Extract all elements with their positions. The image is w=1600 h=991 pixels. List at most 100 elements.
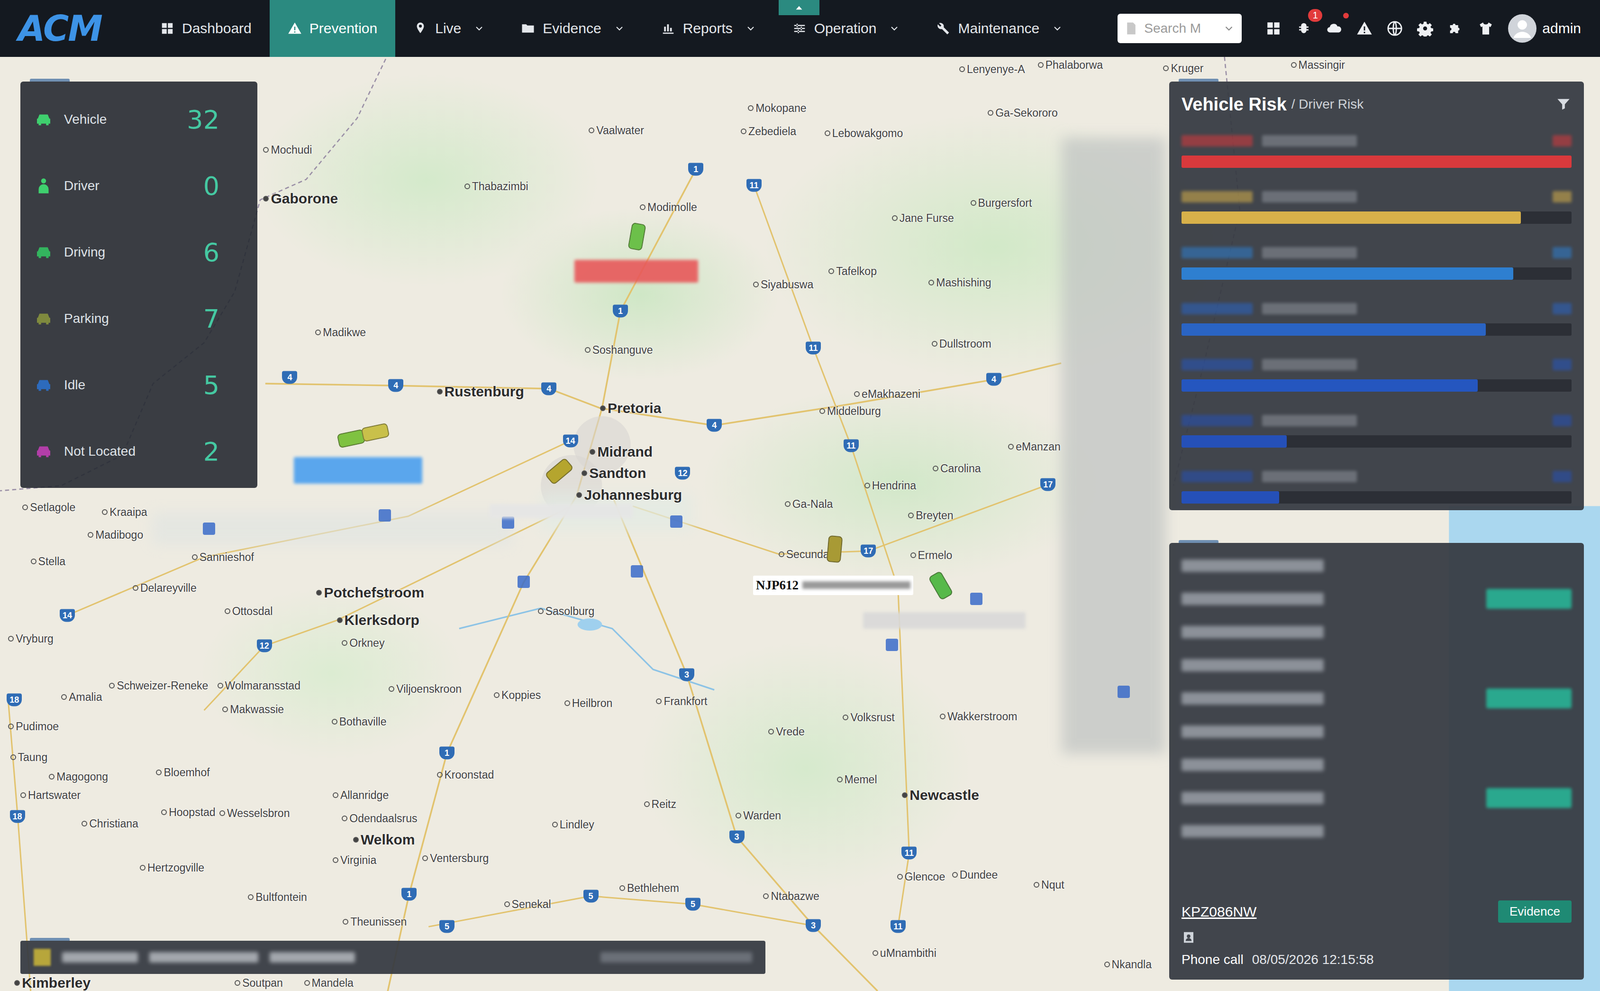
place-dot xyxy=(263,146,269,153)
stop-marker[interactable] xyxy=(202,522,216,535)
globe-icon[interactable] xyxy=(1386,20,1403,37)
place-dot xyxy=(584,346,591,353)
search-select[interactable]: Search M xyxy=(1117,13,1242,44)
nav-item[interactable]: Reports xyxy=(643,0,775,57)
stop-marker[interactable] xyxy=(630,564,644,578)
place-dot xyxy=(8,723,14,729)
nav-item[interactable]: Prevention xyxy=(269,0,396,57)
risk-row[interactable] xyxy=(1181,469,1572,504)
stat-row[interactable]: Not Located2 xyxy=(33,418,239,485)
road-shield: 18 xyxy=(9,809,26,823)
redacted-text xyxy=(1262,358,1357,371)
logo[interactable]: ACM xyxy=(0,8,143,49)
nav-item[interactable]: Maintenance xyxy=(918,0,1082,57)
risk-row[interactable] xyxy=(1181,357,1572,392)
place-dot xyxy=(81,820,88,827)
road-shield: 1 xyxy=(612,304,628,318)
redacted-text xyxy=(1181,625,1324,638)
vehicle-marker[interactable] xyxy=(361,422,391,443)
place-label: Thabazimbi xyxy=(464,180,529,193)
gear-icon[interactable] xyxy=(1417,20,1434,37)
stop-marker[interactable] xyxy=(670,515,683,528)
place-label: Christiana xyxy=(81,817,139,830)
risk-row[interactable] xyxy=(1181,133,1572,168)
redacted-text xyxy=(1262,302,1357,315)
vehicle-tag[interactable] xyxy=(489,503,633,519)
place-dot xyxy=(588,127,595,134)
place-label: Hertzogville xyxy=(139,861,205,874)
stat-row[interactable]: Parking7 xyxy=(33,285,239,352)
risk-row[interactable] xyxy=(1181,301,1572,336)
risk-row[interactable] xyxy=(1181,189,1572,224)
stop-marker[interactable] xyxy=(378,509,391,522)
place-dot xyxy=(341,815,348,821)
document-icon xyxy=(1124,21,1139,36)
vehicle-tag[interactable] xyxy=(863,611,1026,628)
search-placeholder: Search M xyxy=(1144,20,1218,37)
place-label: Reitz xyxy=(644,797,677,810)
filter-icon[interactable] xyxy=(1555,96,1572,113)
redacted-text xyxy=(1552,135,1572,147)
vehicle-marker[interactable] xyxy=(927,570,954,601)
vehicle-tag[interactable]: NJP612 xyxy=(753,575,914,595)
place-label: Pretoria xyxy=(600,400,662,417)
shirt-icon[interactable] xyxy=(1477,20,1494,37)
vehicle-marker[interactable] xyxy=(336,428,366,449)
place-label: Amalia xyxy=(61,690,102,703)
vehicle-tag[interactable] xyxy=(574,259,699,282)
nav-item[interactable]: Live xyxy=(395,0,503,57)
risk-name xyxy=(1181,189,1572,204)
nav-item[interactable]: Evidence xyxy=(502,0,643,57)
redacted-text xyxy=(1262,470,1357,482)
place-dot xyxy=(61,693,67,700)
redacted-text xyxy=(1181,302,1253,315)
risk-bar-fill xyxy=(1181,155,1572,168)
collapse-tab[interactable] xyxy=(778,0,820,16)
upload-button[interactable] xyxy=(1326,20,1343,37)
risk-row[interactable] xyxy=(1181,413,1572,448)
puzzle-icon[interactable] xyxy=(1447,20,1464,37)
stat-row[interactable]: Driver0 xyxy=(33,152,239,219)
alarm-button[interactable]: 1 xyxy=(1295,20,1312,37)
place-label: Nkandla xyxy=(1104,957,1152,971)
place-dot xyxy=(952,871,958,878)
nav-label: Operation xyxy=(814,20,877,37)
risk-subtitle[interactable]: / Driver Risk xyxy=(1291,96,1364,112)
stop-marker[interactable] xyxy=(885,638,899,651)
place-name: Ottosdal xyxy=(232,604,273,618)
place-dot xyxy=(970,200,977,206)
place-dot xyxy=(422,854,428,861)
stat-row[interactable]: Idle5 xyxy=(33,351,239,419)
risk-title[interactable]: Vehicle Risk xyxy=(1181,94,1287,115)
redacted-text xyxy=(1181,658,1324,672)
user-menu[interactable]: admin xyxy=(1508,14,1582,43)
warning-icon[interactable] xyxy=(1356,20,1373,37)
road-shield: 11 xyxy=(890,919,906,933)
place-name: Phalaborwa xyxy=(1045,58,1103,72)
stat-row[interactable]: Vehicle32 xyxy=(33,86,239,153)
place-label: Glencoe xyxy=(897,870,946,883)
chevron-down-icon xyxy=(888,22,900,35)
evidence-button[interactable]: Evidence xyxy=(1498,900,1572,923)
place-label: Viljoenskroon xyxy=(388,682,462,695)
stop-marker[interactable] xyxy=(1117,685,1130,698)
plate-link[interactable]: KPZ086NW xyxy=(1181,903,1257,920)
map[interactable]: Lenyenye-APhalaborwaKrugerMassingirMokop… xyxy=(0,56,1600,991)
vehicle-marker[interactable] xyxy=(826,535,844,563)
nav-item[interactable]: Dashboard xyxy=(142,0,270,57)
place-dot xyxy=(219,809,226,816)
vehicle-marker[interactable] xyxy=(627,222,646,251)
risk-row[interactable] xyxy=(1181,245,1572,280)
road-shield: 11 xyxy=(843,439,859,453)
stop-marker[interactable] xyxy=(970,592,983,605)
place-name: Newcastle xyxy=(909,786,980,803)
risk-bar-fill xyxy=(1181,379,1478,392)
place-name: Hartswater xyxy=(27,788,81,801)
event-line: Phone call08/05/2026 12:15:58 xyxy=(1181,951,1572,967)
plate-row: KPZ086NW Evidence xyxy=(1181,900,1572,923)
vehicle-tag[interactable] xyxy=(293,456,423,484)
grid-icon[interactable] xyxy=(1265,20,1282,37)
stat-row[interactable]: Driving6 xyxy=(33,218,239,286)
place-dot xyxy=(342,918,349,925)
stop-marker[interactable] xyxy=(517,575,530,588)
